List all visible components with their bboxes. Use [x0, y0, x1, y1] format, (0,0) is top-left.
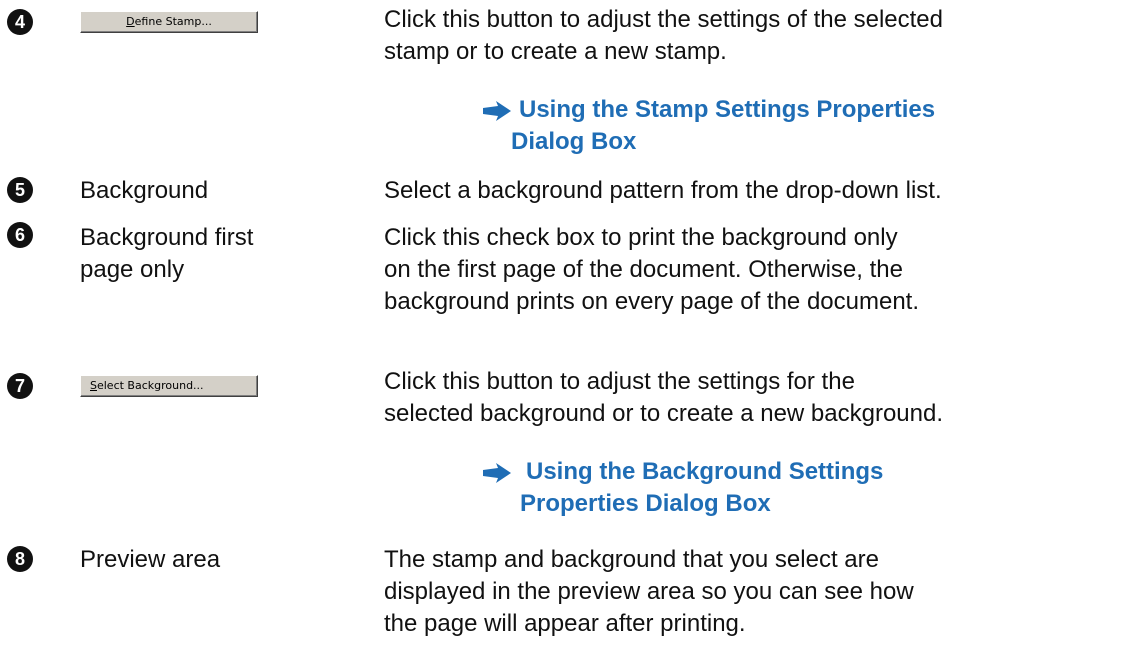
- label-line: Background first: [80, 224, 254, 251]
- select-background-mnemonic: S: [90, 379, 97, 392]
- background-settings-link[interactable]: Using the Background Settings Properties…: [482, 456, 883, 520]
- blue-right-arrow-icon: [483, 463, 511, 483]
- select-background-label: elect Background...: [96, 379, 204, 392]
- link-line[interactable]: Using the Background Settings: [526, 456, 883, 488]
- define-stamp-mnemonic: D: [126, 15, 135, 28]
- description-line: selected background or to create a new b…: [384, 400, 944, 427]
- description-line: Click this button to adjust the settings…: [384, 6, 943, 33]
- define-stamp-label: efine Stamp...: [134, 15, 212, 28]
- step-number-badge-6: 6: [7, 222, 33, 248]
- blue-right-arrow-icon: [483, 101, 511, 121]
- description-line: background prints on every page of the d…: [384, 288, 920, 315]
- description-line: Click this button to adjust the settings…: [384, 368, 855, 395]
- background-description: Select a background pattern from the dro…: [384, 175, 942, 207]
- preview-area-description: The stamp and background that you select…: [384, 544, 914, 640]
- step-number-badge-5: 5: [7, 177, 33, 203]
- background-label: Background: [80, 177, 209, 204]
- background-first-page-description: Click this check box to print the backgr…: [384, 222, 919, 318]
- define-stamp-button[interactable]: Define Stamp...: [80, 11, 258, 33]
- link-line[interactable]: Properties Dialog Box: [520, 488, 883, 520]
- link-line[interactable]: Using the Stamp Settings Properties: [519, 94, 935, 126]
- description-line: the page will appear after printing.: [384, 610, 746, 637]
- preview-area-label: Preview area: [80, 546, 221, 573]
- description-line: Select a background pattern from the dro…: [384, 177, 942, 204]
- description-line: on the first page of the document. Other…: [384, 256, 903, 283]
- description-line: The stamp and background that you select…: [384, 546, 879, 573]
- background-first-page-label: Background first page only: [80, 222, 253, 286]
- step-number-badge-4: 4: [7, 9, 33, 35]
- link-line[interactable]: Dialog Box: [511, 126, 935, 158]
- select-background-description: Click this button to adjust the settings…: [384, 366, 943, 430]
- description-line: Click this check box to print the backgr…: [384, 224, 898, 251]
- define-stamp-description: Click this button to adjust the settings…: [384, 4, 943, 68]
- stamp-settings-link[interactable]: Using the Stamp Settings Properties Dial…: [482, 94, 935, 158]
- label-line: page only: [80, 256, 185, 283]
- select-background-button[interactable]: Select Background...: [80, 375, 258, 397]
- description-line: stamp or to create a new stamp.: [384, 38, 727, 65]
- description-line: displayed in the preview area so you can…: [384, 578, 914, 605]
- step-number-badge-8: 8: [7, 546, 33, 572]
- step-number-badge-7: 7: [7, 373, 33, 399]
